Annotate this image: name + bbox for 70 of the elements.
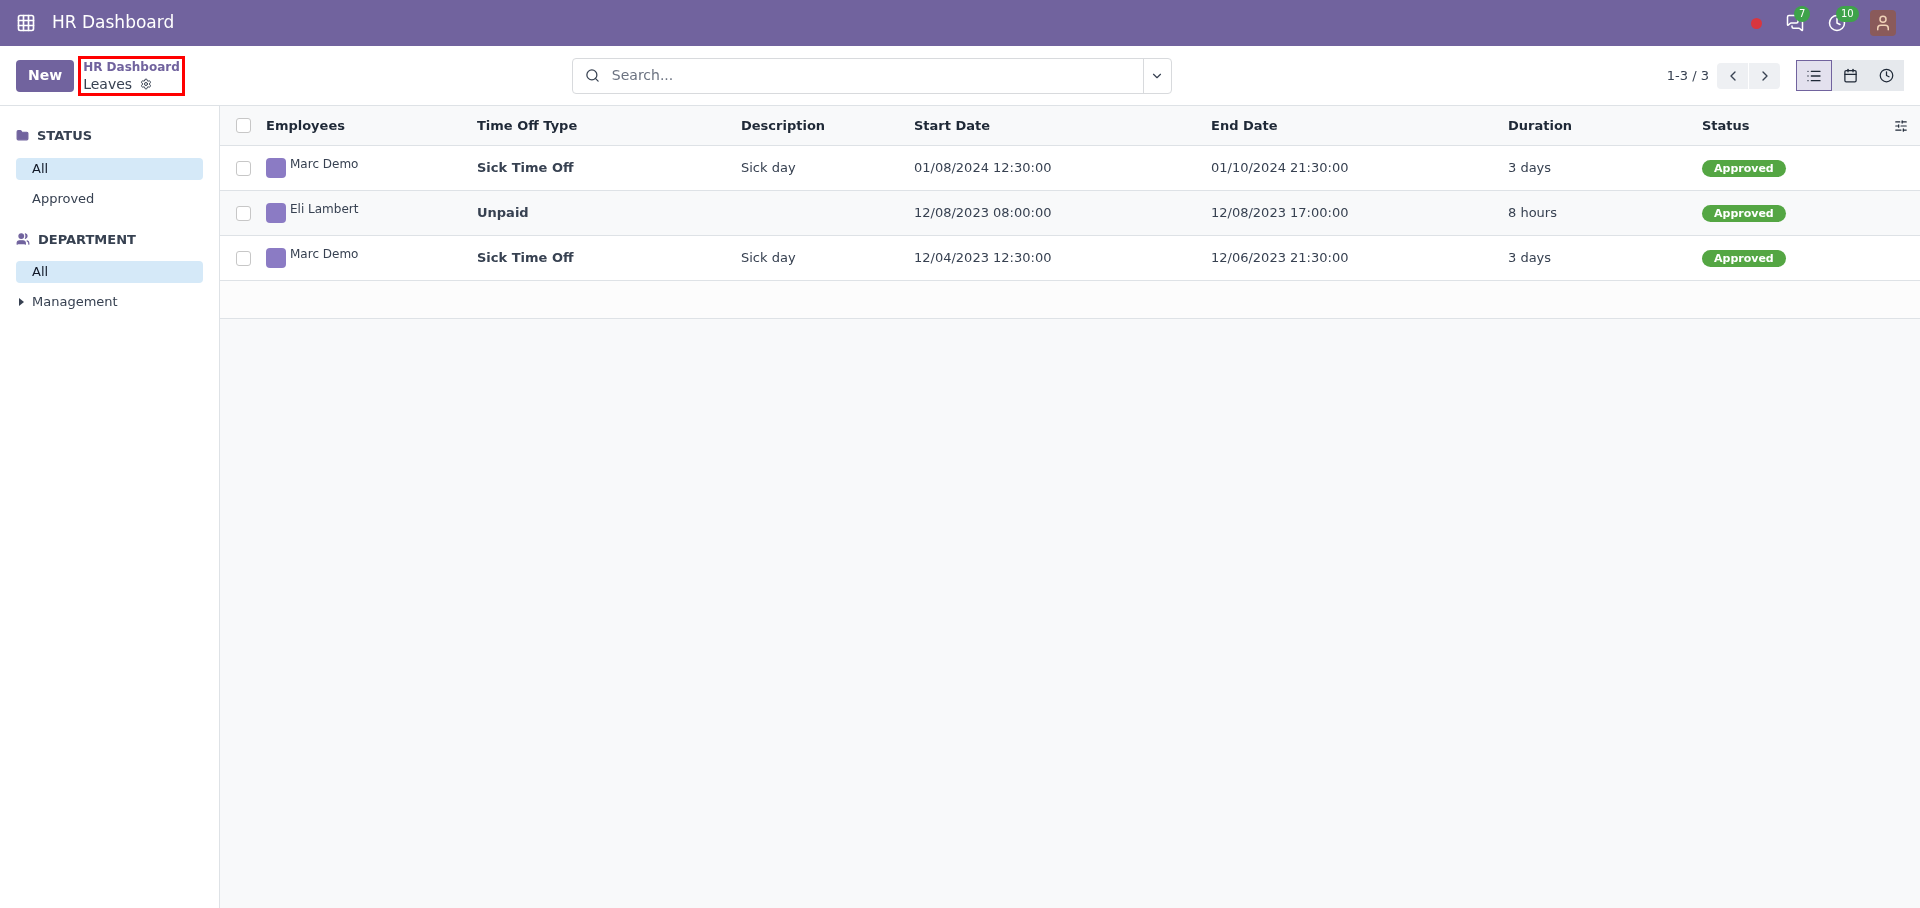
breadcrumb-link[interactable]: HR Dashboard [83, 58, 180, 76]
photo-placeholder [266, 203, 286, 223]
filter-item[interactable]: All [16, 157, 203, 180]
activities-count: 10 [1836, 6, 1859, 22]
filter-item[interactable]: Approved [16, 187, 203, 210]
table-cell: 3 days [1508, 250, 1552, 266]
table-row[interactable]: Marc Demo Sick Time Off Sick day 01/08/2024 12:30:00 01/10/2024 21:30:00 3 days Approved [220, 146, 1920, 191]
clock-icon [1878, 68, 1894, 83]
column-header[interactable]: Duration [1508, 117, 1573, 133]
filter-section-title: DEPARTMENT [38, 230, 136, 249]
view-switch-button[interactable] [1868, 60, 1904, 91]
view-switch-button[interactable] [1832, 60, 1868, 91]
filter-item[interactable]: All [16, 261, 203, 283]
table-cell: Sick day [741, 160, 796, 176]
page-title: Leaves [83, 75, 133, 93]
view-switch-button[interactable] [1796, 60, 1832, 91]
table-cell: 3 days [1508, 160, 1552, 176]
search-input[interactable]: Search... [611, 65, 1143, 86]
user-avatar[interactable] [1870, 10, 1896, 36]
previous-button[interactable] [1717, 62, 1748, 89]
column-header[interactable]: Employees [266, 117, 345, 133]
calendar-icon [1842, 68, 1858, 83]
filter-item[interactable]: Management [16, 291, 203, 313]
pager-value: 1-3 / 3 [1666, 66, 1709, 85]
status-badge: Approved [1702, 205, 1786, 223]
checkbox[interactable] [236, 205, 251, 221]
filter-label: All [32, 263, 49, 282]
messages-count: 7 [1794, 6, 1811, 22]
table-cell: 8 hours [1508, 205, 1557, 221]
table-cell: 01/10/2024 21:30:00 [1211, 160, 1349, 176]
table-cell: 01/08/2024 12:30:00 [914, 160, 1052, 176]
employee-name: Eli Lambert [290, 201, 359, 218]
table-cell: 12/08/2023 08:00:00 [914, 205, 1052, 221]
employee-name: Marc Demo [290, 246, 359, 263]
table-cell: Sick day [741, 250, 796, 266]
photo-placeholder [266, 158, 286, 178]
search-field[interactable]: Search... [571, 57, 1172, 94]
checkbox[interactable] [236, 118, 251, 133]
status-badge: Approved [1702, 250, 1786, 268]
table-row[interactable]: Marc Demo Sick Time Off Sick day 12/04/2023 12:30:00 12/06/2023 21:30:00 3 days Approved [220, 236, 1920, 281]
table-cell: 12/06/2023 21:30:00 [1211, 250, 1349, 266]
table-cell: Unpaid [477, 205, 529, 221]
table-cell: Sick Time Off [477, 250, 574, 266]
folder-icon [16, 129, 29, 143]
employee-name: Marc Demo [290, 156, 359, 173]
column-header[interactable]: Description [741, 117, 826, 133]
column-header[interactable]: End Date [1211, 117, 1278, 133]
filter-label: Approved [32, 189, 95, 208]
table-cell: 12/08/2023 17:00:00 [1211, 205, 1349, 221]
column-header[interactable]: Time Off Type [477, 117, 578, 133]
new-button[interactable]: New [16, 59, 75, 92]
filter-label: Management [32, 293, 118, 312]
checkbox[interactable] [236, 250, 251, 266]
settings-icon[interactable] [140, 78, 153, 90]
apps-menu-icon[interactable] [16, 13, 36, 33]
filter-label: All [32, 159, 49, 178]
search-icon [584, 68, 600, 83]
column-header[interactable]: Start Date [914, 117, 991, 133]
app-title[interactable]: HR Dashboard [52, 10, 175, 36]
table-cell: Sick Time Off [477, 160, 574, 176]
status-badge: Approved [1702, 160, 1786, 178]
filter-section-title: STATUS [37, 127, 93, 145]
table-cell: 12/04/2023 12:30:00 [914, 250, 1052, 266]
people-icon [16, 232, 30, 247]
next-button[interactable] [1749, 62, 1780, 89]
column-settings-icon[interactable] [1894, 118, 1908, 133]
checkbox[interactable] [236, 160, 251, 176]
photo-placeholder [266, 248, 286, 268]
column-header[interactable]: Status [1702, 117, 1750, 133]
caret-icon[interactable] [19, 298, 24, 306]
